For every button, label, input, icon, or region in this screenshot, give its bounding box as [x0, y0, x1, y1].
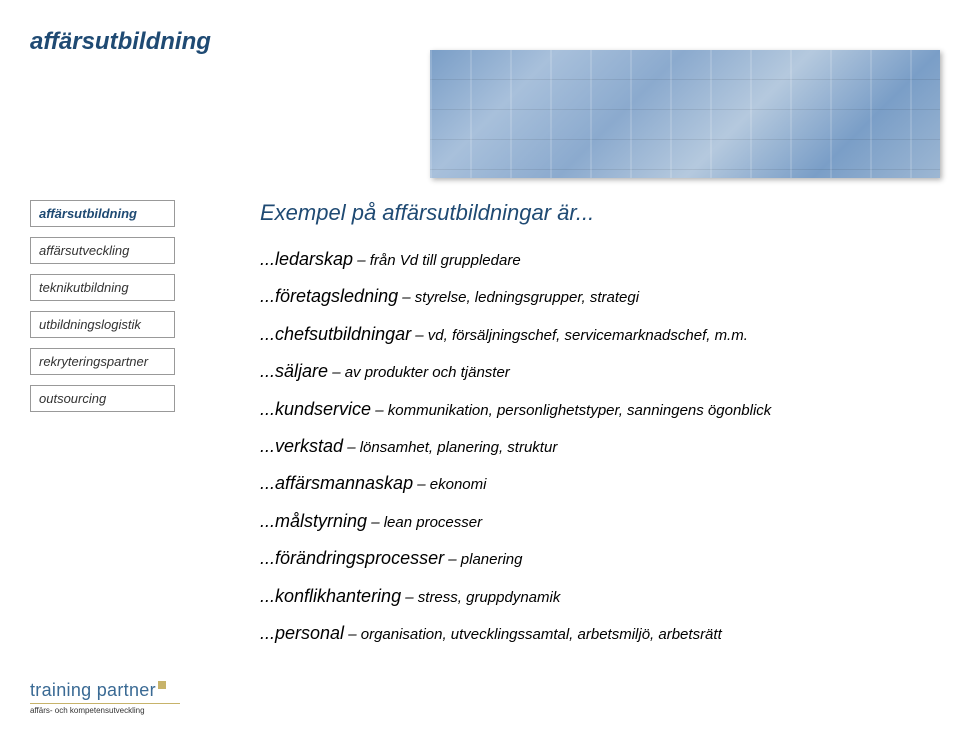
detail: – av produkter och tjänster [328, 364, 510, 381]
term: ...kundservice [260, 399, 371, 419]
term: ...personal [260, 623, 344, 643]
content-line: ...chefsutbildningar – vd, försäljningsc… [260, 323, 920, 346]
term: ...affärsmannaskap [260, 473, 413, 493]
content: Exempel på affärsutbildningar är... ...l… [260, 200, 920, 659]
logo: training partner affärs- och kompetensut… [30, 680, 180, 715]
header-image [430, 50, 940, 178]
content-line: ...förändringsprocesser – planering [260, 547, 920, 570]
detail: – lean processer [367, 514, 482, 531]
sidebar-item-utbildningslogistik: utbildningslogistik [30, 311, 175, 338]
content-line: ...kundservice – kommunikation, personli… [260, 398, 920, 421]
logo-main: training partner [30, 680, 180, 701]
term: ...förändringsprocesser [260, 548, 444, 568]
sidebar-item-outsourcing: outsourcing [30, 385, 175, 412]
term: ...målstyrning [260, 511, 367, 531]
detail: – styrelse, ledningsgrupper, strategi [398, 289, 639, 306]
detail: – från Vd till gruppledare [353, 252, 521, 269]
detail: – stress, gruppdynamik [401, 589, 560, 606]
content-title: Exempel på affärsutbildningar är... [260, 200, 920, 226]
term: ...säljare [260, 361, 328, 381]
logo-text: training partner [30, 680, 156, 700]
term: ...chefsutbildningar [260, 324, 411, 344]
term: ...företagsledning [260, 286, 398, 306]
content-line: ...målstyrning – lean processer [260, 510, 920, 533]
term: ...verkstad [260, 436, 343, 456]
sidebar-item-affarsutveckling: affärsutveckling [30, 237, 175, 264]
detail: – lönsamhet, planering, struktur [343, 439, 557, 456]
term: ...ledarskap [260, 249, 353, 269]
content-line: ...affärsmannaskap – ekonomi [260, 472, 920, 495]
content-line: ...företagsledning – styrelse, ledningsg… [260, 285, 920, 308]
detail: – organisation, utvecklingssamtal, arbet… [344, 626, 722, 643]
logo-square-icon [158, 681, 166, 689]
detail: – ekonomi [413, 476, 486, 493]
content-line: ...konflikhantering – stress, gruppdynam… [260, 585, 920, 608]
sidebar-item-rekryteringspartner: rekryteringspartner [30, 348, 175, 375]
term: ...konflikhantering [260, 586, 401, 606]
page-title: affärsutbildning [30, 28, 211, 56]
logo-sub: affärs- och kompetensutveckling [30, 703, 180, 715]
sidebar: affärsutbildning affärsutveckling teknik… [30, 200, 175, 422]
content-line: ...verkstad – lönsamhet, planering, stru… [260, 435, 920, 458]
detail: – kommunikation, personlighetstyper, san… [371, 402, 771, 419]
content-line: ...säljare – av produkter och tjänster [260, 360, 920, 383]
detail: – planering [444, 551, 522, 568]
content-line: ...personal – organisation, utvecklingss… [260, 622, 920, 645]
sidebar-item-teknikutbildning: teknikutbildning [30, 274, 175, 301]
detail: – vd, försäljningschef, servicemarknadsc… [411, 327, 748, 344]
content-line: ...ledarskap – från Vd till gruppledare [260, 248, 920, 271]
sidebar-item-affarsutbildning: affärsutbildning [30, 200, 175, 227]
